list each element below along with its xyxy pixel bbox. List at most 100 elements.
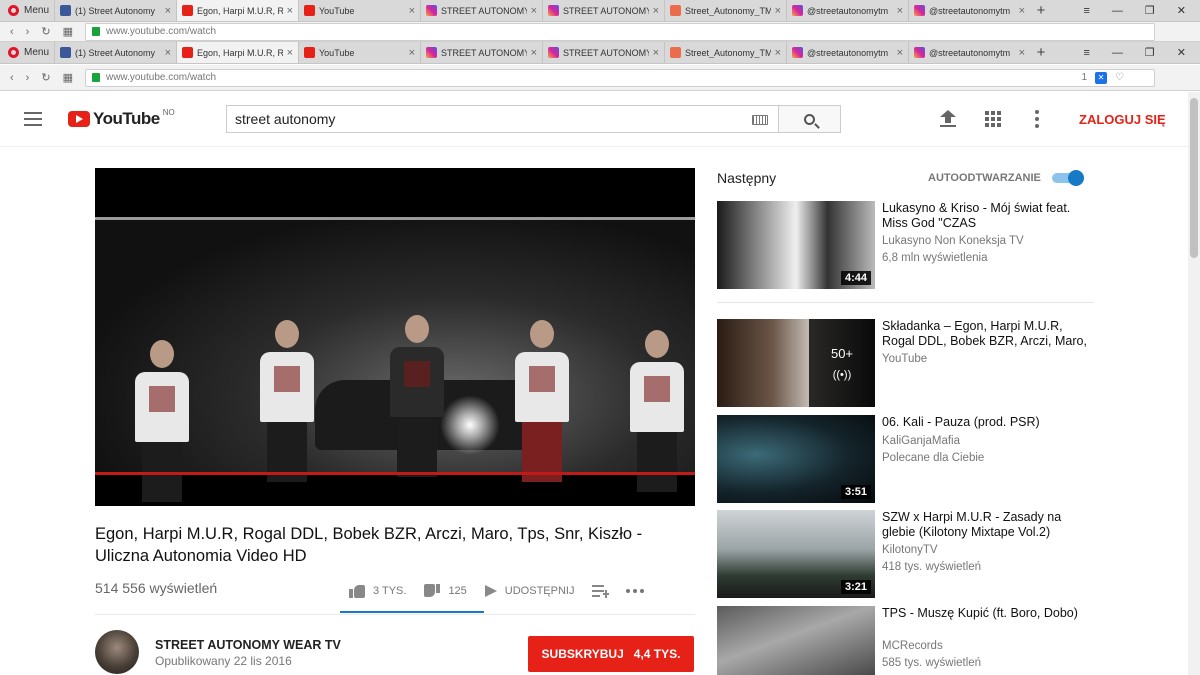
recommended-video[interactable]: 3:51 06. Kali - Pauza (prod. PSR) KaliGa… [717,415,1094,503]
search-button[interactable] [779,105,841,133]
close-icon[interactable]: × [287,5,293,17]
close-icon[interactable]: × [165,5,171,17]
tab-menu-icon[interactable]: ≡ [1083,5,1089,17]
more-actions-button[interactable] [617,589,653,593]
upload-icon[interactable] [940,110,956,128]
opera-menu-button[interactable]: Menu [0,42,54,63]
add-to-playlist-button[interactable] [583,585,617,598]
recommended-title[interactable]: Lukasyno & Kriso - Mój świat feat. Miss … [882,201,1094,231]
new-tab-button[interactable]: + [1030,0,1052,21]
back-icon[interactable]: ‹ [10,72,14,84]
close-icon[interactable]: × [653,47,659,59]
browser-tab[interactable]: Street_Autonomy_TM × [664,0,786,21]
close-icon[interactable]: × [1019,47,1025,59]
browser-tab[interactable]: (1) Street Autonomy × [54,0,176,21]
close-icon[interactable]: × [1019,5,1025,17]
minimize-icon[interactable]: — [1112,5,1123,17]
instagram-icon [548,47,559,58]
subscribe-button[interactable]: SUBSKRYBUJ 4,4 TYS. [528,636,694,672]
recommended-playlist[interactable]: 50+ ((•)) Składanka – Egon, Harpi M.U.R,… [717,319,1094,407]
recommended-video[interactable]: 4:44 Lukasyno & Kriso - Mój świat feat. … [717,201,1094,289]
reload-icon[interactable]: ↻ [41,25,50,38]
recommended-video[interactable]: 3:21 SZW x Harpi M.U.R - Zasady na glebi… [717,510,1094,598]
speed-dial-icon[interactable]: ▦ [63,71,73,84]
close-icon[interactable]: × [409,47,415,59]
instagram-icon [914,5,925,16]
new-tab-button[interactable]: + [1030,42,1052,63]
scrollbar-thumb[interactable] [1190,98,1198,258]
recommended-title[interactable]: 06. Kali - Pauza (prod. PSR) [882,415,1094,430]
minimize-icon[interactable]: — [1112,47,1123,59]
video-thumbnail[interactable] [717,606,875,675]
close-icon[interactable]: × [531,5,537,17]
sign-in-button[interactable]: ZALOGUJ SIĘ [1079,112,1166,127]
browser-tab[interactable]: Egon, Harpi M.U.R, R × [176,0,298,21]
recommended-title[interactable]: Składanka – Egon, Harpi M.U.R, Rogal DDL… [882,319,1094,349]
url-field[interactable]: www.youtube.com/watch 1 ✕ ♡ [84,68,1155,87]
video-thumbnail[interactable]: 50+ ((•)) [717,319,875,407]
recommended-channel: MCRecords [882,640,943,652]
channel-name[interactable]: STREET AUTONOMY WEAR TV [155,638,341,652]
close-icon[interactable]: × [897,5,903,17]
speed-dial-icon[interactable]: ▦ [63,25,73,38]
close-icon[interactable]: × [287,47,293,59]
person-figure [630,330,684,506]
youtube-logo[interactable]: YouTube NO [68,108,175,129]
video-player[interactable] [95,168,695,506]
forward-icon[interactable]: › [26,26,30,38]
forward-icon[interactable]: › [26,72,30,84]
browser-tab[interactable]: YouTube × [298,0,420,21]
channel-avatar[interactable] [95,630,139,674]
restore-icon[interactable]: ❐ [1145,46,1155,59]
tab-label: (1) Street Autonomy [75,47,156,58]
hamburger-menu-icon[interactable] [24,112,42,126]
search-input[interactable]: street autonomy [226,105,779,133]
close-icon[interactable]: × [775,5,781,17]
tab-menu-icon[interactable]: ≡ [1083,47,1089,59]
back-icon[interactable]: ‹ [10,26,14,38]
reload-icon[interactable]: ↻ [41,71,50,84]
like-button[interactable]: 3 TYS. [340,584,415,598]
browser-tab[interactable]: STREET AUTONOMY × [542,42,664,63]
close-icon[interactable]: × [531,47,537,59]
browser-tab[interactable]: STREET AUTONOMY × [420,42,542,63]
video-thumbnail[interactable]: 3:51 [717,415,875,503]
browser-tab[interactable]: STREET AUTONOMY × [420,0,542,21]
video-thumbnail[interactable]: 3:21 [717,510,875,598]
video-thumbnail[interactable]: 4:44 [717,201,875,289]
browser-tab[interactable]: Egon, Harpi M.U.R, R × [176,42,298,63]
browser-tab[interactable]: Street_Autonomy_TM × [664,42,786,63]
search-bar: street autonomy [226,105,841,133]
url-field[interactable]: www.youtube.com/watch [84,22,1155,41]
shield-icon[interactable]: ✕ [1095,71,1107,84]
keyboard-icon[interactable] [752,115,768,125]
page-scrollbar[interactable] [1188,92,1200,675]
browser-tab[interactable]: @streetautonomytm × [908,42,1030,63]
apps-grid-icon[interactable] [985,111,1001,127]
close-window-icon[interactable]: ✕ [1177,46,1186,59]
close-icon[interactable]: × [165,47,171,59]
more-vert-icon[interactable] [1035,110,1039,128]
close-icon[interactable]: × [897,47,903,59]
recommended-title[interactable]: TPS - Muszę Kupić (ft. Boro, Dobo) [882,606,1094,621]
browser-tab[interactable]: @streetautonomytm × [786,42,908,63]
close-window-icon[interactable]: ✕ [1177,4,1186,17]
close-icon[interactable]: × [409,5,415,17]
opera-menu-button[interactable]: Menu [0,0,54,21]
dislike-button[interactable]: 125 [415,584,475,598]
browser-tab[interactable]: STREET AUTONOMY × [542,0,664,21]
blocker-count: 1 [1081,72,1087,83]
close-icon[interactable]: × [775,47,781,59]
recommended-video[interactable]: TPS - Muszę Kupić (ft. Boro, Dobo) MCRec… [717,606,1094,675]
close-icon[interactable]: × [653,5,659,17]
share-button[interactable]: UDOSTĘPNIJ [476,585,584,597]
heart-icon[interactable]: ♡ [1115,72,1124,83]
browser-tab[interactable]: YouTube × [298,42,420,63]
browser-tab[interactable]: @streetautonomytm × [786,0,908,21]
browser-tab[interactable]: (1) Street Autonomy × [54,42,176,63]
recommended-title[interactable]: SZW x Harpi M.U.R - Zasady na glebie (Ki… [882,510,1094,540]
browser-tab[interactable]: @streetautonomytm × [908,0,1030,21]
tab-label: Egon, Harpi M.U.R, R [197,5,283,16]
autoplay-toggle[interactable] [1052,170,1086,186]
restore-icon[interactable]: ❐ [1145,4,1155,17]
